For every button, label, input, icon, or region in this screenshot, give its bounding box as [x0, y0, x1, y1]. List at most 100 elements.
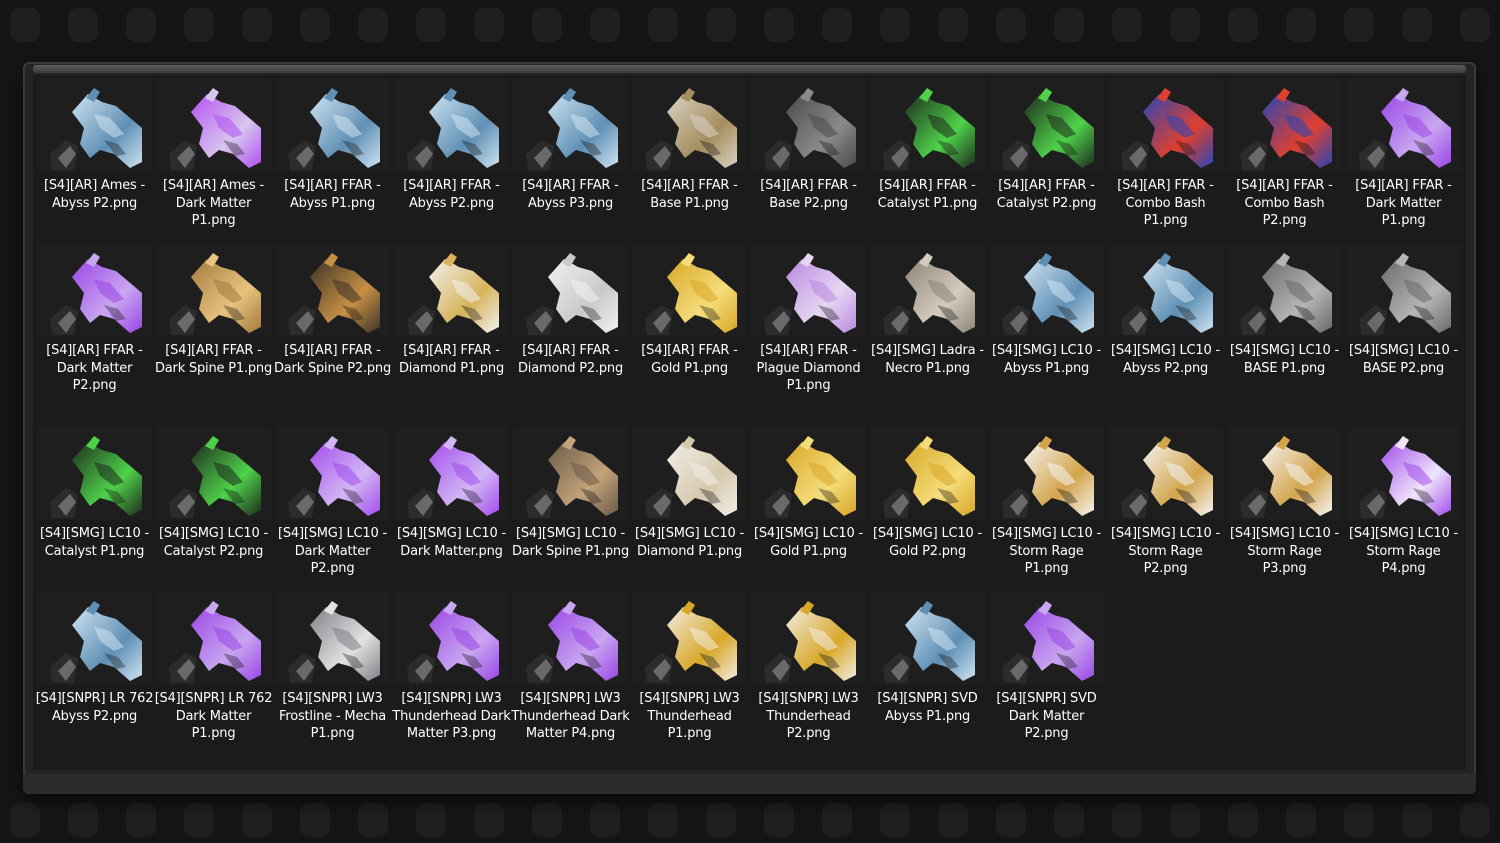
weapon-thumbnail-icon — [520, 249, 620, 337]
file-name-label: [S4][AR] FFAR - Gold P1.png — [641, 343, 738, 376]
background-tile — [184, 803, 214, 837]
weapon-thumbnail-icon — [401, 597, 501, 685]
file-name-label: [S4][AR] FFAR - Catalyst P2.png — [996, 178, 1097, 211]
file-item[interactable]: [S4][SNPR] SVD Dark Matter P2.png — [987, 591, 1106, 761]
file-item[interactable]: [S4][AR] Ames - Abyss P2.png — [35, 78, 154, 248]
file-name-label: [S4][AR] FFAR - Abyss P2.png — [403, 178, 500, 211]
file-name-label: [S4][SMG] LC10 - Dark Matter.png — [397, 526, 506, 559]
background-tile — [532, 803, 562, 837]
file-name-label: [S4][AR] Ames - Dark Matter P1.png — [162, 178, 265, 228]
background-tile — [300, 8, 330, 42]
file-item[interactable]: [S4][SMG] LC10 - BASE P1.png — [1225, 243, 1344, 413]
background-tile — [706, 8, 736, 42]
background-tile — [474, 803, 504, 837]
background-tile — [358, 8, 388, 42]
background-tile — [822, 803, 852, 837]
file-item[interactable]: [S4][SNPR] LW3 Thunderhead P1.png — [630, 591, 749, 761]
file-item[interactable]: [S4][AR] Ames - Dark Matter P1.png — [154, 78, 273, 248]
file-name-label: [S4][SMG] LC10 - Diamond P1.png — [635, 526, 744, 559]
file-item[interactable]: [S4][AR] FFAR - Base P2.png — [749, 78, 868, 248]
weapon-thumbnail-icon — [520, 84, 620, 172]
file-name-label: [S4][SMG] LC10 - Gold P1.png — [754, 526, 863, 559]
file-item[interactable]: [S4][SNPR] LR 762 Dark Matter P1.png — [154, 591, 273, 761]
background-tile — [1286, 803, 1316, 837]
window-title-bar[interactable] — [33, 65, 1466, 73]
file-name-label: [S4][SNPR] LW3 Thunderhead Dark Matter P… — [392, 691, 511, 741]
file-item[interactable]: [S4][SMG] LC10 - Gold P1.png — [749, 426, 868, 596]
weapon-thumbnail-icon — [996, 84, 1096, 172]
file-item[interactable]: [S4][AR] FFAR - Abyss P2.png — [392, 78, 511, 248]
file-name-label: [S4][SNPR] LR 762 Dark Matter P1.png — [154, 691, 273, 741]
file-item[interactable]: [S4][AR] FFAR - Abyss P3.png — [511, 78, 630, 248]
file-item[interactable]: [S4][AR] FFAR - Dark Spine P1.png — [154, 243, 273, 413]
file-item[interactable]: [S4][SNPR] LW3 Thunderhead Dark Matter P… — [392, 591, 511, 761]
weapon-thumbnail-icon — [877, 432, 977, 520]
file-name-label: [S4][AR] FFAR - Combo Bash P2.png — [1236, 178, 1333, 228]
file-name-label: [S4][AR] FFAR - Base P2.png — [760, 178, 857, 211]
background-tile — [68, 803, 98, 837]
file-name-label: [S4][AR] FFAR - Diamond P1.png — [398, 343, 504, 376]
weapon-thumbnail-icon — [639, 432, 739, 520]
background-tile — [1054, 803, 1084, 837]
file-name-label: [S4][SNPR] LW3 Thunderhead P2.png — [758, 691, 859, 741]
file-item[interactable]: [S4][SMG] LC10 - Storm Rage P4.png — [1344, 426, 1463, 596]
file-item[interactable]: [S4][SNPR] LW3 Frostline - Mecha P1.png — [273, 591, 392, 761]
background-tile — [1402, 803, 1432, 837]
background-tile — [590, 8, 620, 42]
weapon-thumbnail-icon — [163, 432, 263, 520]
file-item[interactable]: [S4][SMG] LC10 - Dark Matter.png — [392, 426, 511, 596]
file-name-label: [S4][SNPR] SVD Abyss P1.png — [877, 691, 978, 724]
file-item[interactable]: [S4][SMG] LC10 - Storm Rage P2.png — [1106, 426, 1225, 596]
file-item[interactable]: [S4][SMG] LC10 - Abyss P2.png — [1106, 243, 1225, 413]
file-item[interactable]: [S4][SNPR] LW3 Thunderhead P2.png — [749, 591, 868, 761]
file-item[interactable]: [S4][SNPR] LR 762 Abyss P2.png — [35, 591, 154, 761]
file-item[interactable]: [S4][SMG] LC10 - Storm Rage P3.png — [1225, 426, 1344, 596]
file-item[interactable]: [S4][AR] FFAR - Base P1.png — [630, 78, 749, 248]
file-item[interactable]: [S4][SMG] LC10 - Gold P2.png — [868, 426, 987, 596]
weapon-thumbnail-icon — [401, 249, 501, 337]
file-item[interactable]: [S4][SNPR] LW3 Thunderhead Dark Matter P… — [511, 591, 630, 761]
file-item[interactable]: [S4][SMG] LC10 - Dark Spine P1.png — [511, 426, 630, 596]
background-tile — [1170, 803, 1200, 837]
file-item[interactable]: [S4][SMG] LC10 - BASE P2.png — [1344, 243, 1463, 413]
background-tile — [1286, 8, 1316, 42]
file-item[interactable]: [S4][SMG] LC10 - Catalyst P2.png — [154, 426, 273, 596]
file-item[interactable]: [S4][AR] FFAR - Abyss P1.png — [273, 78, 392, 248]
weapon-thumbnail-icon — [639, 597, 739, 685]
background-tile — [242, 803, 272, 837]
file-name-label: [S4][SMG] LC10 - Storm Rage P1.png — [992, 526, 1101, 576]
file-name-label: [S4][SMG] LC10 - Storm Rage P3.png — [1230, 526, 1339, 576]
file-item[interactable]: [S4][AR] FFAR - Diamond P2.png — [511, 243, 630, 413]
file-item[interactable]: [S4][SMG] LC10 - Abyss P1.png — [987, 243, 1106, 413]
file-item[interactable]: [S4][SMG] LC10 - Diamond P1.png — [630, 426, 749, 596]
file-item[interactable]: [S4][AR] FFAR - Plague Diamond P1.png — [749, 243, 868, 413]
weapon-thumbnail-icon — [1353, 432, 1453, 520]
weapon-thumbnail-icon — [877, 249, 977, 337]
file-item[interactable]: [S4][AR] FFAR - Catalyst P2.png — [987, 78, 1106, 248]
file-name-label: [S4][AR] Ames - Abyss P2.png — [43, 178, 146, 211]
file-item[interactable]: [S4][AR] FFAR - Dark Matter P1.png — [1344, 78, 1463, 248]
weapon-thumbnail-icon — [1353, 84, 1453, 172]
file-item[interactable]: [S4][AR] FFAR - Diamond P1.png — [392, 243, 511, 413]
file-item[interactable]: [S4][AR] FFAR - Dark Spine P2.png — [273, 243, 392, 413]
file-name-label: [S4][SMG] LC10 - Catalyst P2.png — [159, 526, 268, 559]
file-name-label: [S4][SMG] LC10 - Dark Spine P1.png — [511, 526, 630, 559]
background-tile — [880, 8, 910, 42]
background-tile — [532, 8, 562, 42]
background-tile — [648, 803, 678, 837]
file-item[interactable]: [S4][AR] FFAR - Gold P1.png — [630, 243, 749, 413]
file-item[interactable]: [S4][AR] FFAR - Combo Bash P1.png — [1106, 78, 1225, 248]
background-tile — [764, 8, 794, 42]
weapon-thumbnail-icon — [163, 84, 263, 172]
weapon-thumbnail-icon — [758, 432, 858, 520]
file-item[interactable]: [S4][SMG] LC10 - Dark Matter P2.png — [273, 426, 392, 596]
file-item[interactable]: [S4][AR] FFAR - Combo Bash P2.png — [1225, 78, 1344, 248]
weapon-thumbnail-icon — [520, 597, 620, 685]
file-item[interactable]: [S4][SMG] LC10 - Storm Rage P1.png — [987, 426, 1106, 596]
background-tile — [242, 8, 272, 42]
file-item[interactable]: [S4][SNPR] SVD Abyss P1.png — [868, 591, 987, 761]
file-item[interactable]: [S4][AR] FFAR - Catalyst P1.png — [868, 78, 987, 248]
file-item[interactable]: [S4][SMG] LC10 - Catalyst P1.png — [35, 426, 154, 596]
file-item[interactable]: [S4][SMG] Ladra - Necro P1.png — [868, 243, 987, 413]
file-item[interactable]: [S4][AR] FFAR - Dark Matter P2.png — [35, 243, 154, 413]
